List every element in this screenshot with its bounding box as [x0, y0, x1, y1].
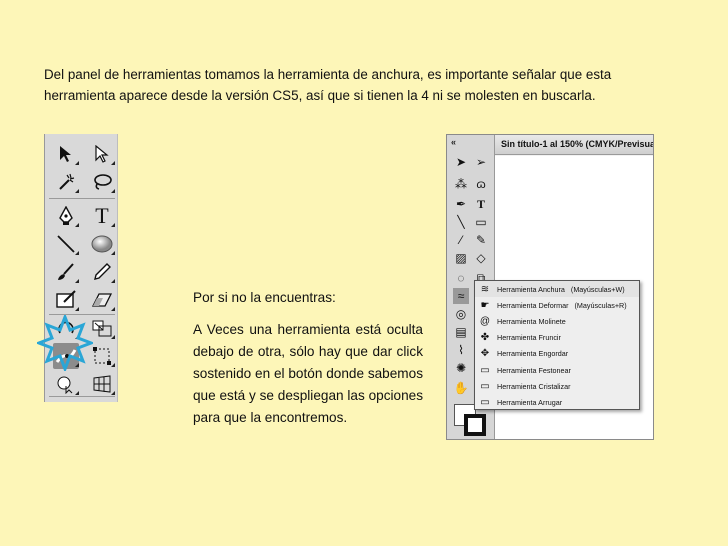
flyout-item[interactable]: ≋ Herramienta Anchura (Mayúsculas+W): [475, 281, 639, 298]
highlight-burst-icon: [37, 315, 93, 371]
eraser-tool-icon[interactable]: [89, 287, 115, 313]
paintbrush-tool-icon[interactable]: [53, 259, 79, 285]
flyout-item[interactable]: ▭ Herramienta Arrugar: [475, 394, 639, 410]
mini-row: ➤ ➢: [453, 153, 489, 171]
tool-row-shape-builder: [53, 370, 115, 398]
intro-line-2: herramienta aparece desde la versión CS5…: [44, 88, 596, 103]
twirl-tool-icon: @: [479, 315, 491, 327]
line-tool-icon[interactable]: [53, 231, 79, 257]
flyout-item-shortcut: (Mayúsculas+W): [570, 284, 625, 294]
flyout-item[interactable]: ▭ Herramienta Festonear: [475, 362, 639, 378]
perspective-grid-tool-icon[interactable]: [89, 371, 115, 397]
tool-row-wand: [53, 168, 115, 196]
tool-row-brush: [53, 258, 115, 286]
flyout-item[interactable]: ✥ Herramienta Engordar: [475, 346, 639, 362]
flyout-item-label: Herramienta Festonear: [497, 365, 571, 375]
shape-builder-tool-icon[interactable]: ◎: [453, 306, 469, 322]
flyout-item-label: Herramienta Deformar: [497, 300, 569, 310]
flyout-item-label: Herramienta Cristalizar: [497, 381, 571, 391]
pucker-tool-icon: ✤: [480, 332, 490, 344]
explanation-body: A Veces una herramienta está oculta deba…: [193, 322, 423, 425]
stroke-swatch[interactable]: [464, 414, 486, 436]
lasso-tool-icon[interactable]: [89, 169, 115, 195]
blob-brush-tool-icon[interactable]: [53, 287, 79, 313]
mini-row: ⁂ ɷ: [453, 175, 489, 193]
intro-text: Del panel de herramientas tomamos la her…: [44, 64, 704, 106]
flyout-item-label: Herramienta Anchura: [497, 284, 565, 294]
eyedropper-tool-icon[interactable]: ⌇: [453, 342, 469, 358]
eraser-tool-icon[interactable]: ◇: [473, 250, 489, 266]
bloat-tool-icon: ✥: [480, 348, 490, 360]
pen-tool-icon[interactable]: [53, 203, 79, 229]
flyout-item[interactable]: ☛ Herramienta Deformar (Mayúsculas+R): [475, 297, 639, 313]
direct-selection-tool-icon[interactable]: [89, 141, 115, 167]
symbol-sprayer-tool-icon[interactable]: ✺: [453, 360, 469, 376]
ellipse-tool-icon[interactable]: [89, 231, 115, 257]
intro-line-1: Del panel de herramientas tomamos la her…: [44, 67, 612, 82]
pen-tool-icon[interactable]: ✒: [453, 196, 469, 212]
tools-separator: [49, 396, 115, 397]
type-tool-icon[interactable]: T: [89, 203, 115, 229]
document-tab[interactable]: Sin título-1 al 150% (CMYK/Previsualiza: [495, 135, 653, 155]
collapse-panel-button[interactable]: «: [451, 137, 456, 147]
magic-wand-tool-icon[interactable]: [53, 169, 79, 195]
rotate-tool-icon[interactable]: ◌: [453, 270, 469, 286]
type-tool-icon[interactable]: T: [473, 196, 489, 212]
scallop-tool-icon: ▭: [480, 364, 490, 376]
flyout-item[interactable]: @ Herramienta Molinete: [475, 313, 639, 329]
flyout-item[interactable]: ✤ Herramienta Fruncir: [475, 330, 639, 346]
flyout-item-label: Herramienta Engordar: [497, 349, 569, 359]
lasso-tool-icon[interactable]: ɷ: [473, 176, 489, 192]
flyout-item-label: Herramienta Arrugar: [497, 397, 563, 407]
rectangle-tool-icon[interactable]: ▭: [473, 214, 489, 230]
mini-row: ╲ ▭: [453, 213, 489, 231]
crystallize-tool-icon: ▭: [480, 380, 490, 392]
hand-tool-icon[interactable]: ✋: [453, 380, 469, 396]
tool-row-selection: [53, 140, 115, 168]
tool-row-blob: [53, 286, 115, 314]
direct-selection-tool-icon[interactable]: ➢: [473, 154, 489, 170]
width-tool-icon[interactable]: ≈: [453, 288, 469, 304]
magic-wand-tool-icon[interactable]: ⁂: [453, 176, 469, 192]
flyout-item-shortcut: (Mayúsculas+R): [574, 300, 627, 310]
tool-row-pen: T: [53, 202, 115, 230]
flyout-item-label: Herramienta Fruncir: [497, 333, 561, 343]
width-tool-flyout-menu: ≋ Herramienta Anchura (Mayúsculas+W) ☛ Herra…: [474, 280, 640, 410]
selection-tool-icon[interactable]: [53, 141, 79, 167]
line-tool-icon[interactable]: ╲: [453, 214, 469, 230]
flyout-item-label: Herramienta Molinete: [497, 316, 566, 326]
shape-builder-tool-icon[interactable]: [53, 371, 79, 397]
pencil-tool-icon[interactable]: ✎: [473, 232, 489, 248]
blob-brush-tool-icon[interactable]: ▨: [453, 250, 469, 266]
mini-row: ✒ T: [453, 195, 489, 213]
selection-tool-icon[interactable]: ➤: [453, 154, 469, 170]
tool-row-line: [53, 230, 115, 258]
paintbrush-tool-icon[interactable]: ⁄: [453, 232, 469, 248]
mesh-tool-icon[interactable]: ▤: [453, 324, 469, 340]
explanation-title: Por si no la encuentras:: [193, 290, 336, 305]
mini-row: ▨ ◇: [453, 249, 489, 267]
width-tool-icon: ≋: [480, 283, 490, 295]
mini-row: ⁄ ✎: [453, 231, 489, 249]
tools-separator: [49, 198, 115, 199]
pencil-tool-icon[interactable]: [89, 259, 115, 285]
flyout-item[interactable]: ▭ Herramienta Cristalizar: [475, 378, 639, 394]
warp-tool-icon: ☛: [480, 299, 490, 311]
wrinkle-tool-icon: ▭: [480, 396, 490, 408]
explanation: Por si no la encuentras: A Veces una her…: [193, 287, 423, 429]
